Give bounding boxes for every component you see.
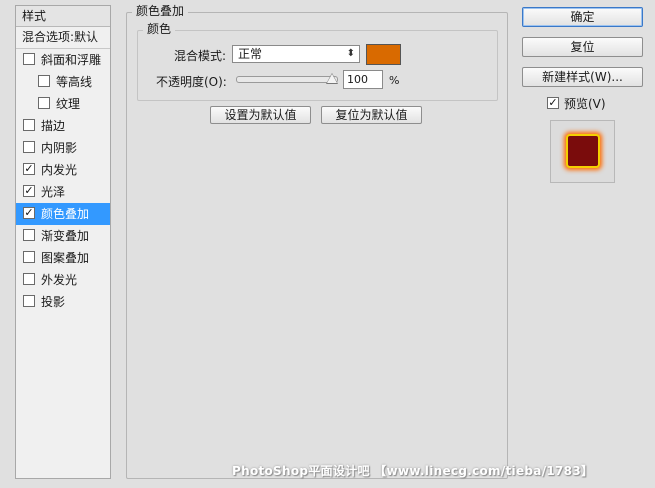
blend-mode-label: 混合模式: [174, 49, 227, 63]
opacity-slider-thumb-fill[interactable] [327, 74, 337, 83]
style-item[interactable]: 外发光 [16, 269, 110, 291]
overlay-color-swatch[interactable] [366, 44, 401, 65]
style-item-label: 等高线 [56, 75, 93, 89]
style-item-checkbox[interactable]: ✓ [23, 185, 35, 197]
style-item[interactable]: 图案叠加 [16, 247, 110, 269]
style-item-checkbox[interactable]: ✓ [23, 163, 35, 175]
style-item-label: 外发光 [41, 273, 78, 287]
preview-checkbox[interactable]: ✓ [547, 97, 559, 109]
style-item-checkbox[interactable] [23, 141, 35, 153]
style-item-label: 内发光 [41, 163, 78, 177]
style-item[interactable]: 渐变叠加 [16, 225, 110, 247]
reset-default-button[interactable]: 复位为默认值 [321, 106, 422, 124]
style-item-label: 图案叠加 [41, 251, 90, 265]
color-subgroup [137, 30, 498, 101]
style-item-label: 颜色叠加 [41, 207, 90, 221]
opacity-slider-track[interactable] [236, 76, 338, 83]
watermark: PhotoShop平面设计吧 【www.linecg.com/tieba/178… [232, 464, 594, 478]
set-default-button[interactable]: 设置为默认值 [210, 106, 311, 124]
style-item-label: 斜面和浮雕 [41, 53, 102, 67]
style-item[interactable]: 等高线 [16, 71, 110, 93]
style-preview [550, 120, 615, 183]
style-item-checkbox[interactable] [38, 97, 50, 109]
styles-panel: 样式 混合选项:默认 斜面和浮雕等高线纹理描边内阴影 ✓ 内发光 ✓ 光泽 ✓ 颜色叠加渐变… [15, 5, 111, 479]
style-item[interactable]: 斜面和浮雕 [16, 49, 110, 71]
blending-options-item[interactable]: 混合选项:默认 [16, 27, 110, 49]
style-item-checkbox[interactable] [23, 295, 35, 307]
style-item-label: 渐变叠加 [41, 229, 90, 243]
color-overlay-title: 颜色叠加 [132, 2, 189, 19]
style-item-checkbox[interactable] [23, 229, 35, 241]
style-item-checkbox[interactable]: ✓ [23, 207, 35, 219]
opacity-label: 不透明度(O): [156, 75, 227, 89]
style-item[interactable]: 纹理 [16, 93, 110, 115]
style-item[interactable]: 描边 [16, 115, 110, 137]
style-item-label: 内阴影 [41, 141, 78, 155]
ok-button[interactable]: 确定 [522, 7, 643, 27]
preview-label[interactable]: 预览(V) [564, 95, 606, 112]
style-item[interactable]: 内阴影 [16, 137, 110, 159]
opacity-unit: % [389, 74, 400, 87]
reset-button[interactable]: 复位 [522, 37, 643, 57]
style-item-checkbox[interactable] [23, 53, 35, 65]
style-item[interactable]: ✓ 内发光 [16, 159, 110, 181]
style-item[interactable]: ✓ 颜色叠加 [16, 203, 110, 225]
preview-thumbnail [568, 136, 598, 166]
opacity-input[interactable]: 100 [343, 70, 383, 89]
style-item-checkbox[interactable] [38, 75, 50, 87]
color-subgroup-title: 颜色 [143, 20, 176, 37]
style-item-checkbox[interactable] [23, 119, 35, 131]
style-item-label: 纹理 [56, 97, 81, 111]
blend-mode-select[interactable]: 正常 ⬍ [232, 45, 360, 63]
style-item[interactable]: 投影 [16, 291, 110, 313]
style-item-checkbox[interactable] [23, 273, 35, 285]
style-item-label: 投影 [41, 295, 66, 309]
style-list: 斜面和浮雕等高线纹理描边内阴影 ✓ 内发光 ✓ 光泽 ✓ 颜色叠加渐变叠加图案叠加外发光投影 [16, 49, 110, 313]
up-down-arrows-icon: ⬍ [346, 48, 355, 59]
style-item-checkbox[interactable] [23, 251, 35, 263]
blend-mode-value: 正常 [238, 47, 263, 61]
styles-header[interactable]: 样式 [16, 6, 110, 27]
style-item-label: 描边 [41, 119, 66, 133]
style-item[interactable]: ✓ 光泽 [16, 181, 110, 203]
style-item-label: 光泽 [41, 185, 66, 199]
new-style-button[interactable]: 新建样式(W)... [522, 67, 643, 87]
